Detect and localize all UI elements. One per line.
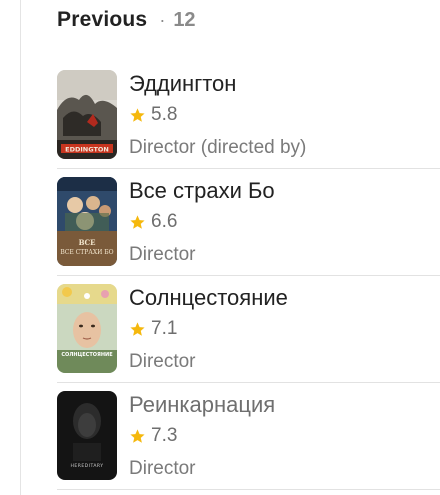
list-item[interactable]: ВСЕ ВСЕ СТРАХИ БО Все страхи Бо 6.6 Dire… bbox=[57, 169, 440, 276]
movie-title[interactable]: Солнцестояние bbox=[129, 285, 288, 311]
star-icon bbox=[130, 428, 145, 443]
list-item[interactable]: СОЛНЦЕСТОЯНИЕ Солнцестояние 7.1 Director bbox=[57, 276, 440, 383]
section-title: Previous bbox=[57, 8, 148, 31]
movie-poster[interactable]: ВСЕ ВСЕ СТРАХИ БО bbox=[57, 177, 117, 266]
rating-value: 7.3 bbox=[151, 425, 178, 446]
poster-label: ВСЕ СТРАХИ БО bbox=[60, 249, 113, 256]
list-item[interactable]: EDDINGTON Эддингтон 5.8 Director (direct… bbox=[57, 62, 440, 169]
role-label: Director bbox=[129, 351, 196, 372]
rating: 6.6 bbox=[129, 211, 177, 233]
rating: 7.1 bbox=[129, 318, 177, 340]
filmography-list: EDDINGTON Эддингтон 5.8 Director (direct… bbox=[57, 62, 440, 490]
list-item[interactable]: HEREDITARY Реинкарнация 7.3 Director bbox=[57, 383, 440, 490]
star-icon bbox=[130, 321, 145, 336]
role-label: Director bbox=[129, 458, 196, 479]
movie-title[interactable]: Эддингтон bbox=[129, 71, 236, 97]
star-icon bbox=[130, 107, 145, 122]
star-icon bbox=[130, 214, 145, 229]
role-label: Director (directed by) bbox=[129, 137, 307, 158]
movie-poster[interactable]: HEREDITARY bbox=[57, 391, 117, 480]
movie-poster[interactable]: EDDINGTON bbox=[57, 70, 117, 159]
panel-divider bbox=[20, 0, 21, 495]
poster-label: HEREDITARY bbox=[70, 463, 103, 469]
movie-title[interactable]: Все страхи Бо bbox=[129, 178, 275, 204]
svg-text:ВСЕ: ВСЕ bbox=[79, 238, 96, 247]
separator-dot: · bbox=[159, 10, 166, 30]
section-header: Previous · 12 bbox=[57, 8, 196, 36]
role-label: Director bbox=[129, 244, 196, 265]
rating-value: 5.8 bbox=[151, 104, 178, 125]
movie-poster[interactable]: СОЛНЦЕСТОЯНИЕ bbox=[57, 284, 117, 373]
rating: 5.8 bbox=[129, 104, 177, 126]
rating-value: 7.1 bbox=[151, 318, 178, 339]
rating: 7.3 bbox=[129, 425, 177, 447]
poster-label: СОЛНЦЕСТОЯНИЕ bbox=[61, 352, 113, 358]
poster-label: EDDINGTON bbox=[65, 146, 109, 154]
rating-value: 6.6 bbox=[151, 211, 178, 232]
movie-title[interactable]: Реинкарнация bbox=[129, 392, 275, 418]
section-count: 12 bbox=[173, 9, 196, 31]
